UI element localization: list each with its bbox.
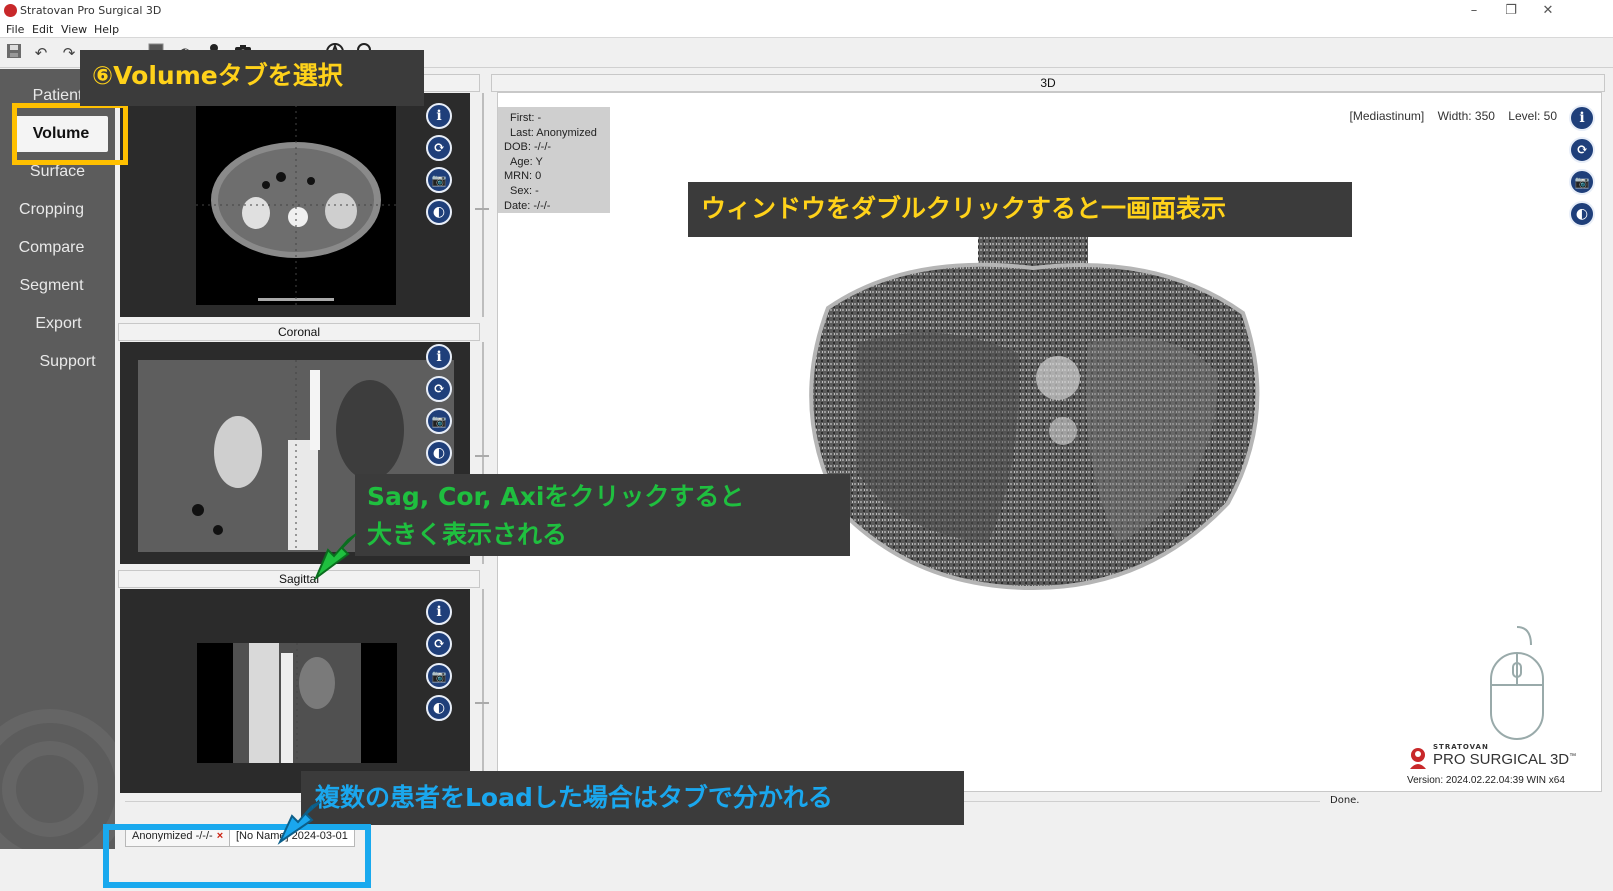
sagittal-contrast-button[interactable]: ◐ — [426, 695, 452, 721]
axial-reset-button[interactable]: ⟳ — [426, 135, 452, 161]
sagittal-slice-slider[interactable] — [482, 589, 484, 793]
app-logo-icon — [4, 4, 17, 17]
axial-snapshot-button[interactable]: 📷 — [426, 167, 452, 193]
coronal-reset-button[interactable]: ⟳ — [426, 376, 452, 402]
axial-slider-handle[interactable] — [475, 208, 489, 210]
menu-bar: File Edit View Help — [0, 22, 1613, 38]
restore-button[interactable]: ❐ — [1493, 1, 1529, 21]
patient-sex: Sex: - — [510, 184, 539, 197]
sagittal-info-button[interactable]: i — [426, 599, 452, 625]
menu-edit[interactable]: Edit — [32, 23, 53, 36]
blue-arrow-icon — [276, 798, 326, 846]
volume-tab-highlight — [12, 103, 128, 165]
brand-small: STRATOVAN — [1433, 743, 1489, 751]
mouse-icon — [1487, 623, 1547, 743]
patient-date: Date: -/-/- — [504, 199, 551, 212]
status-text: Done. — [1330, 795, 1360, 806]
volume-tab-callout: ⑥Volumeタブを選択 — [80, 50, 424, 106]
window-title: Stratovan Pro Surgical 3D — [20, 4, 162, 17]
sagittal-ct-image — [197, 643, 397, 763]
patient-first: First: - — [510, 112, 542, 124]
axial-slice-slider[interactable] — [482, 93, 484, 317]
3d-reset-button[interactable]: ⟳ — [1569, 137, 1595, 163]
wl-preset: [Mediastinum] — [1349, 109, 1425, 123]
patient-tabs-highlight — [103, 824, 371, 888]
window-level-readout: [Mediastinum] Width: 350 Level: 50 — [1340, 109, 1557, 123]
coronal-info-button[interactable]: i — [426, 344, 452, 370]
menu-help[interactable]: Help — [94, 23, 119, 36]
undo-icon[interactable]: ↶ — [30, 42, 52, 64]
save-icon[interactable] — [3, 42, 25, 64]
sagittal-reset-button[interactable]: ⟳ — [426, 631, 452, 657]
minimize-button[interactable]: – — [1456, 1, 1492, 21]
patient-mrn: MRN: 0 — [504, 170, 542, 183]
brand-name-text: PRO SURGICAL 3D — [1433, 751, 1570, 768]
sidebar-item-cropping[interactable]: Cropping — [0, 192, 109, 228]
green-arrow-icon — [312, 530, 362, 582]
decor-swirl-inner-icon — [2, 741, 98, 837]
click-views-callout: Sag, Cor, Axiをクリックすると 大きく表示される — [355, 474, 850, 556]
click-views-line1: Sag, Cor, Axiをクリックすると — [367, 482, 745, 511]
wl-width: Width: 350 — [1437, 109, 1495, 123]
close-button[interactable]: ✕ — [1530, 1, 1566, 21]
brand-tm: ™ — [1569, 753, 1577, 760]
menu-view[interactable]: View — [61, 23, 87, 36]
3d-view-header[interactable]: 3D — [491, 74, 1605, 92]
menu-file[interactable]: File — [6, 23, 24, 36]
3d-snapshot-button[interactable]: 📷 — [1569, 169, 1595, 195]
redo-icon[interactable]: ↷ — [58, 42, 80, 64]
sidebar-item-export[interactable]: Export — [1, 306, 115, 342]
sidebar-item-segment[interactable]: Segment — [0, 268, 109, 304]
patient-last: Last: Anonymized — [510, 126, 597, 139]
multi-patient-callout: 複数の患者をLoadした場合はタブで分かれる — [301, 771, 964, 825]
sidebar: Patient Volume Surface Cropping Compare … — [0, 69, 115, 849]
coronal-view-header[interactable]: Coronal — [118, 323, 480, 341]
title-bar: Stratovan Pro Surgical 3D – ❐ ✕ — [0, 0, 1613, 22]
version-label: Version: 2024.02.22.04:39 WIN x64 — [1407, 775, 1565, 786]
coronal-snapshot-button[interactable]: 📷 — [426, 408, 452, 434]
coronal-slider-handle[interactable] — [475, 455, 489, 457]
3d-contrast-button[interactable]: ◐ — [1569, 201, 1595, 227]
stratovan-logo-icon — [1407, 747, 1429, 769]
double-click-callout: ウィンドウをダブルクリックすると一画面表示 — [688, 182, 1352, 237]
coronal-contrast-button[interactable]: ◐ — [426, 440, 452, 466]
sidebar-item-support[interactable]: Support — [10, 344, 115, 380]
3d-info-button[interactable]: i — [1569, 105, 1595, 131]
axial-viewport[interactable]: i ⟳ 📷 ◐ — [120, 93, 470, 317]
patient-age: Age: Y — [510, 155, 543, 168]
sidebar-item-compare[interactable]: Compare — [0, 230, 109, 266]
wl-level: Level: 50 — [1508, 109, 1557, 123]
3d-volume-render[interactable] — [788, 213, 1278, 593]
sagittal-view-header[interactable]: Sagittal — [118, 570, 480, 588]
brand-name: PRO SURGICAL 3D™ — [1433, 751, 1576, 768]
sagittal-slider-handle[interactable] — [475, 702, 489, 704]
axial-contrast-button[interactable]: ◐ — [426, 199, 452, 225]
sagittal-snapshot-button[interactable]: 📷 — [426, 663, 452, 689]
branding: STRATOVAN PRO SURGICAL 3D™ Version: 2024… — [1407, 743, 1587, 791]
patient-info-overlay: First: - Last: Anonymized DOB: -/-/- Age… — [498, 107, 610, 213]
click-views-line2: 大きく表示される — [367, 520, 568, 549]
axial-info-button[interactable]: i — [426, 103, 452, 129]
patient-dob: DOB: -/-/- — [504, 141, 552, 154]
axial-ct-image — [196, 105, 396, 305]
